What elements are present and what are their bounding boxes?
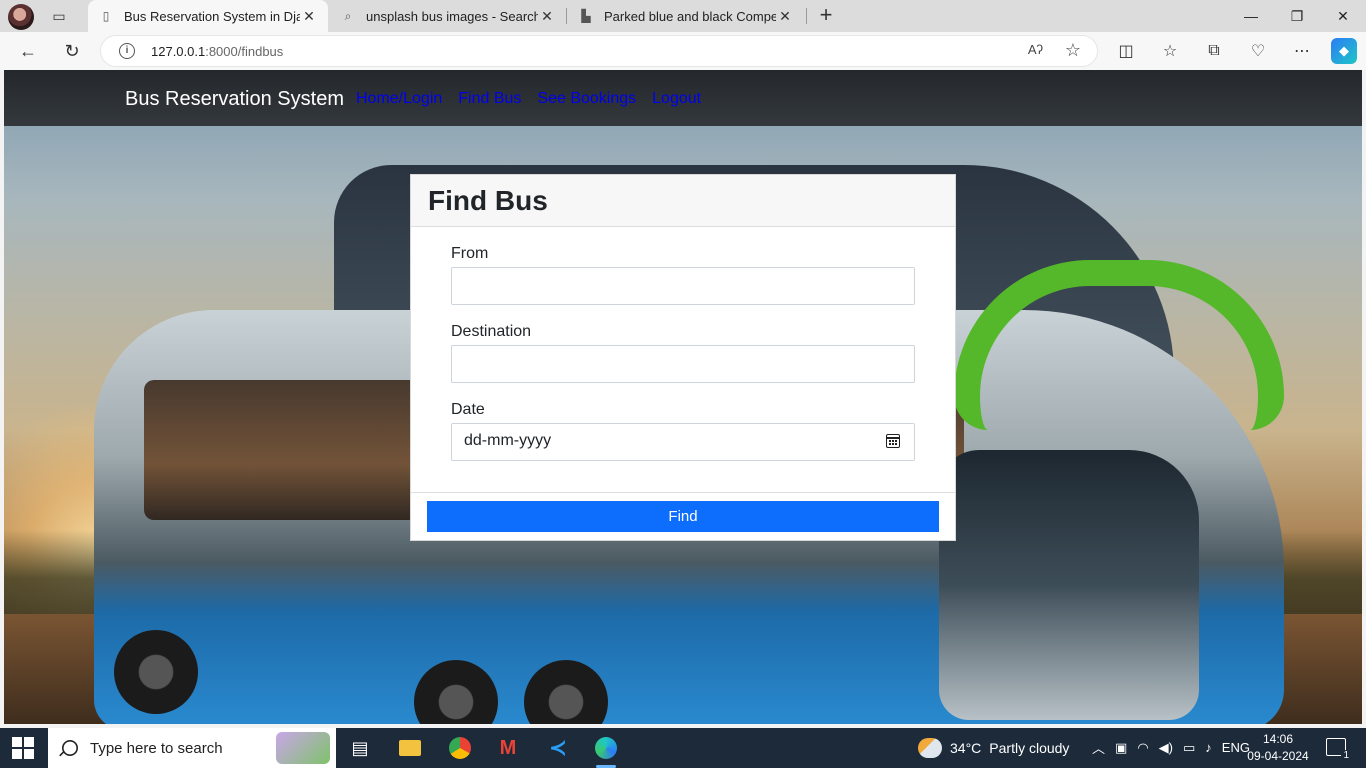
- browser-toolbar: ← ↻ i 127.0.0.1:8000/findbus Aʔ ☆ ◫ ☆ ⧉ …: [0, 32, 1366, 70]
- gmail-icon[interactable]: M: [494, 734, 522, 762]
- page-icon: ▯: [102, 9, 110, 23]
- volume-speaker-icon[interactable]: ♪: [1205, 740, 1212, 755]
- collections-icon[interactable]: ⧉: [1202, 39, 1226, 63]
- browser-essentials-icon[interactable]: ♡: [1246, 39, 1270, 63]
- close-icon[interactable]: ✕: [538, 8, 556, 25]
- bus-wheel: [114, 630, 198, 714]
- copilot-icon[interactable]: ◆: [1331, 38, 1357, 64]
- restore-button[interactable]: ❐: [1274, 0, 1320, 32]
- partly-cloudy-icon: [918, 738, 942, 758]
- bus-front: [939, 450, 1199, 720]
- battery-icon[interactable]: ▭: [1183, 740, 1195, 756]
- file-explorer-icon[interactable]: [396, 734, 424, 762]
- from-label: From: [451, 245, 489, 262]
- more-icon[interactable]: ⋯: [1290, 39, 1314, 63]
- tab-title: Parked blue and black Compertu: [604, 8, 776, 24]
- chrome-icon[interactable]: [446, 734, 474, 762]
- task-view-icon[interactable]: ▤: [346, 734, 374, 762]
- search-icon: [62, 740, 78, 756]
- search-highlight-image: [276, 732, 330, 764]
- image-icon: ▙: [581, 9, 591, 23]
- nav-find-bus[interactable]: Find Bus: [458, 90, 521, 108]
- clock-date: 09-04-2024: [1247, 749, 1309, 763]
- info-icon[interactable]: i: [119, 43, 135, 59]
- tab-title: Bus Reservation System in Djang: [124, 8, 300, 24]
- card-footer: Find: [411, 492, 955, 540]
- profile-avatar[interactable]: [8, 4, 34, 30]
- destination-label: Destination: [451, 323, 532, 340]
- system-tray: ︿ ▣ ◠ ◀) ▭ ♪ ENG: [1092, 738, 1250, 757]
- page-viewport: Bus Reservation System Home/Login Find B…: [4, 70, 1362, 724]
- favorite-star-icon[interactable]: ☆: [1065, 40, 1081, 61]
- notifications-icon[interactable]: 1: [1326, 738, 1351, 761]
- volume-icon[interactable]: ◀): [1159, 740, 1173, 756]
- vscode-icon[interactable]: ≺: [544, 734, 572, 762]
- tab-separator: [566, 8, 567, 24]
- tab-separator: [806, 8, 807, 24]
- split-screen-icon[interactable]: ◫: [1114, 39, 1138, 63]
- nav-logout[interactable]: Logout: [652, 90, 701, 108]
- find-bus-card: Find Bus From Destination Date dd-mm-yyy…: [410, 174, 956, 541]
- nav-see-bookings[interactable]: See Bookings: [537, 90, 636, 108]
- search-icon: ⌕: [344, 8, 352, 23]
- favorites-icon[interactable]: ☆: [1158, 39, 1182, 63]
- site-brand[interactable]: Bus Reservation System: [125, 88, 344, 111]
- tab-title: unsplash bus images - Search: [366, 8, 538, 24]
- tab-unsplash-search[interactable]: ⌕ unsplash bus images - Search ✕: [330, 0, 566, 32]
- minimize-button[interactable]: —: [1228, 0, 1274, 32]
- page-title: Find Bus: [428, 185, 548, 216]
- calendar-icon[interactable]: [886, 434, 900, 448]
- taskbar-search[interactable]: Type here to search: [48, 728, 336, 768]
- meet-now-icon[interactable]: ▣: [1115, 740, 1127, 756]
- taskbar-search-placeholder: Type here to search: [90, 739, 223, 757]
- notification-count: 1: [1341, 750, 1351, 761]
- url-host: 127.0.0.1: [151, 44, 206, 59]
- url-text[interactable]: 127.0.0.1:8000/findbus: [151, 44, 283, 59]
- weather-desc: Partly cloudy: [989, 740, 1070, 756]
- date-field-group: Date dd-mm-yyyy: [451, 401, 915, 461]
- weather-temp: 34°C: [950, 740, 982, 756]
- from-input[interactable]: [451, 267, 915, 305]
- find-button[interactable]: Find: [427, 501, 939, 532]
- date-placeholder: dd-mm-yyyy: [464, 432, 552, 449]
- site-nav-links: Home/Login Find Bus See Bookings Logout: [356, 90, 701, 108]
- destination-field-group: Destination: [451, 323, 915, 383]
- clock[interactable]: 14:06 09-04-2024: [1246, 731, 1310, 765]
- windows-start-icon[interactable]: [12, 737, 34, 759]
- card-header: Find Bus: [411, 175, 955, 227]
- site-navbar: Bus Reservation System Home/Login Find B…: [4, 70, 1362, 126]
- nav-home-login[interactable]: Home/Login: [356, 90, 442, 108]
- browser-tab-strip: ▭ ▯ Bus Reservation System in Djang ✕ ⌕ …: [0, 0, 1366, 32]
- date-input[interactable]: dd-mm-yyyy: [451, 423, 915, 461]
- edge-icon[interactable]: [592, 734, 620, 768]
- close-icon[interactable]: ✕: [300, 8, 318, 25]
- wifi-icon[interactable]: ◠: [1137, 740, 1148, 756]
- windows-taskbar: Type here to search ▤ M ≺ 34°C Partly cl…: [0, 728, 1366, 768]
- find-bus-form: From Destination Date dd-mm-yyyy: [411, 227, 955, 461]
- address-bar[interactable]: i 127.0.0.1:8000/findbus Aʔ ☆: [100, 35, 1098, 67]
- date-label: Date: [451, 401, 485, 418]
- tab-parked-bus[interactable]: ▙ Parked blue and black Compertu ✕: [568, 0, 804, 32]
- back-icon[interactable]: ←: [14, 37, 42, 65]
- tab-actions-icon[interactable]: ▭: [48, 6, 70, 26]
- tab-bus-reservation[interactable]: ▯ Bus Reservation System in Djang ✕: [88, 0, 328, 32]
- weather-widget[interactable]: 34°C Partly cloudy: [918, 738, 1069, 758]
- close-window-button[interactable]: ✕: [1320, 0, 1366, 32]
- new-tab-button[interactable]: +: [814, 4, 838, 28]
- refresh-icon[interactable]: ↻: [58, 37, 86, 65]
- close-icon[interactable]: ✕: [776, 8, 794, 25]
- chevron-up-icon[interactable]: ︿: [1092, 738, 1105, 757]
- destination-input[interactable]: [451, 345, 915, 383]
- clock-time: 14:06: [1262, 732, 1294, 746]
- read-aloud-icon[interactable]: Aʔ: [1028, 42, 1043, 57]
- url-path: :8000/findbus: [205, 44, 284, 59]
- from-field-group: From: [451, 245, 915, 305]
